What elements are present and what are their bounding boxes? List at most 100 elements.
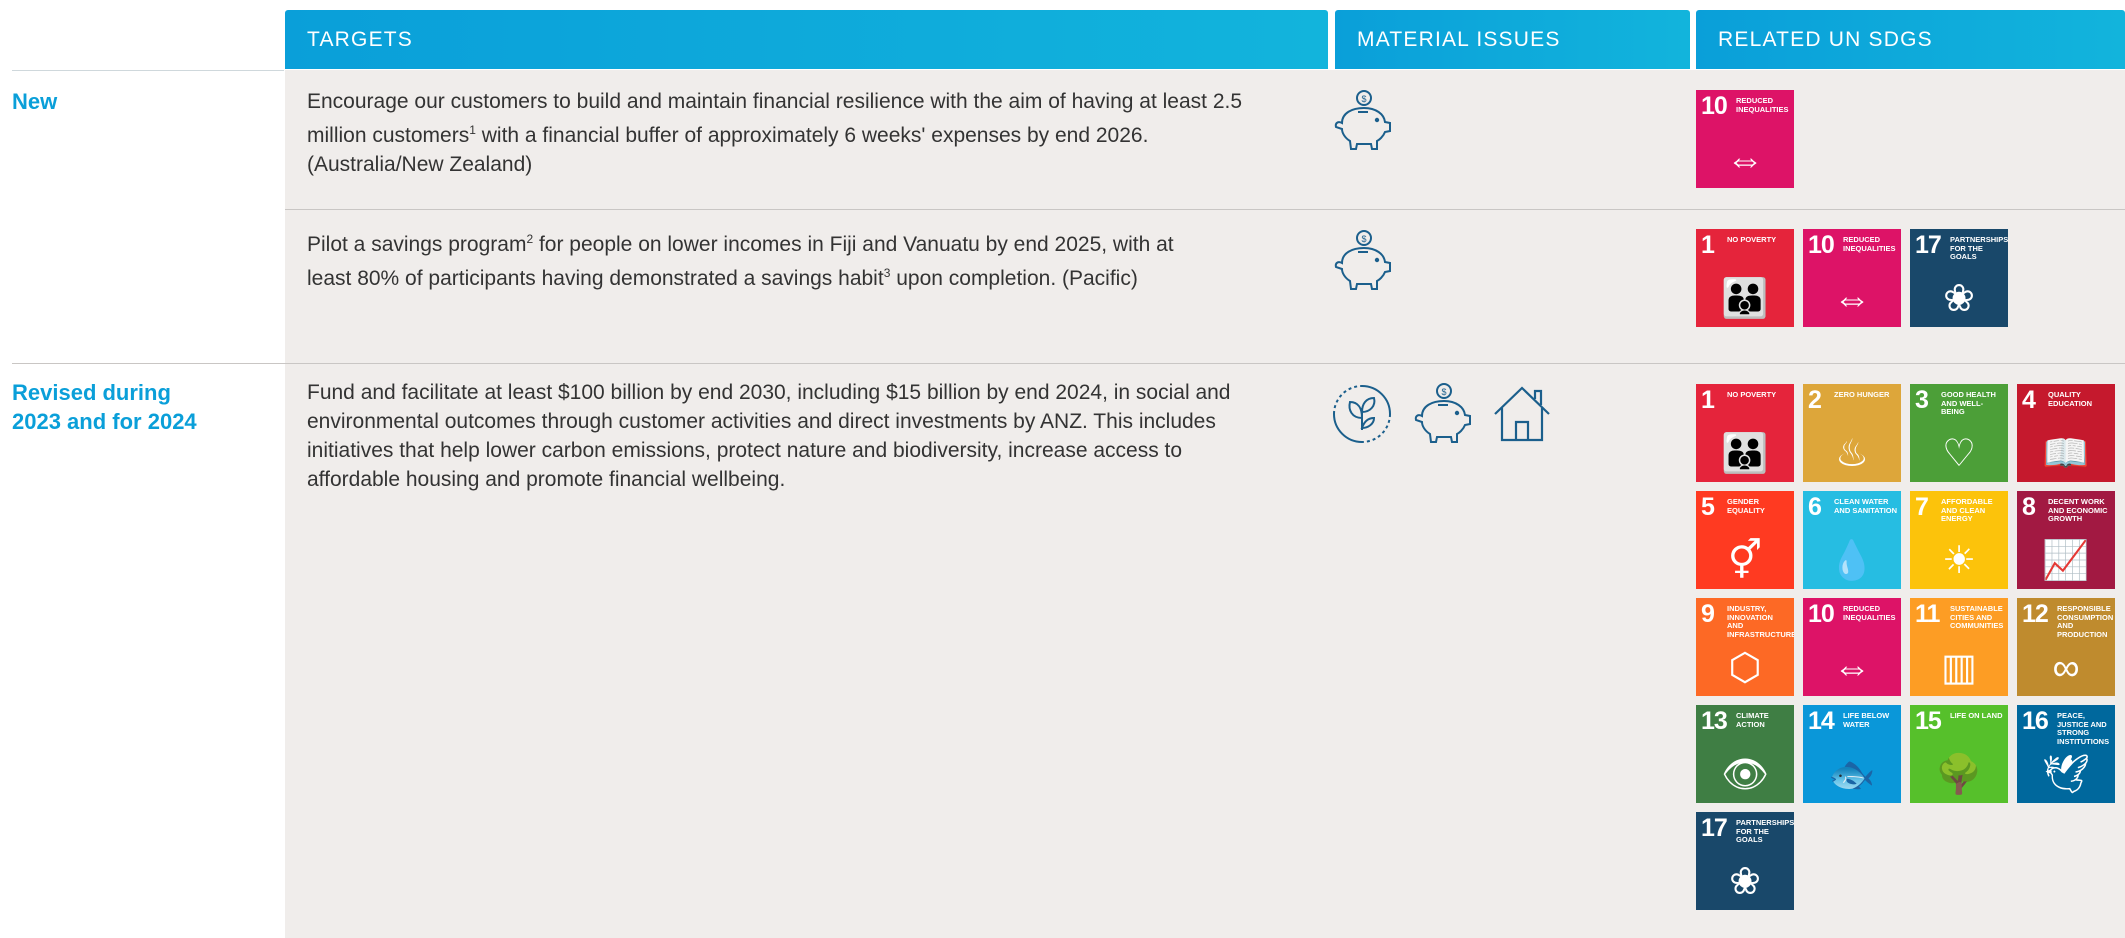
sdg-icon: ⇔ (1833, 647, 1871, 689)
leaf-cycle-icon (1330, 382, 1394, 446)
sdg-number: 17 (1915, 231, 1942, 259)
sdg-number: 7 (1915, 493, 1929, 521)
sdg-tile-8: 8 Decent work and economic growth 📈 (2017, 491, 2115, 589)
sdg-icon: 💧 (1828, 540, 1876, 582)
header-label: MATERIAL ISSUES (1357, 27, 1561, 51)
sdg-icon: ⇔ (1726, 139, 1764, 181)
column-header-related-sdgs: RELATED UN SDGS (1696, 10, 2125, 69)
piggy-bank-icon: $ (1330, 229, 1394, 293)
sdg-tile-17: 17 Partnerships for the goals ❀ (1910, 229, 2008, 327)
row-label-revised: Revised during 2023 and for 2024 (12, 380, 197, 434)
sdg-number: 10 (1808, 600, 1835, 628)
sdg-tile-7: 7 Affordable and clean energy ☀ (1910, 491, 2008, 589)
sdg-number: 16 (2022, 707, 2049, 735)
sdg-title: Clean water and sanitation (1834, 497, 1898, 515)
sdg-number: 14 (1808, 707, 1835, 735)
sdg-tile-5: 5 Gender equality ⚥ (1696, 491, 1794, 589)
sdg-title: Good health and well-being (1941, 390, 1996, 416)
column-header-material-issues: MATERIAL ISSUES (1335, 10, 1690, 69)
sdg-icon: ☀ (1941, 540, 1977, 582)
sdg-icon: 📈 (2042, 540, 2090, 582)
sdg-icon: ∞ (2052, 647, 2080, 689)
sdg-tile-4: 4 Quality education 📖 (2017, 384, 2115, 482)
sdg-icon: ♨ (1834, 433, 1870, 475)
sdg-number: 9 (1701, 600, 1715, 628)
sdg-title: Climate action (1736, 711, 1769, 729)
sdg-title: Life on land (1950, 711, 2003, 720)
sdg-number: 17 (1701, 814, 1728, 842)
header-label: RELATED UN SDGS (1718, 27, 1933, 51)
sdg-icon: 👪 (1721, 278, 1769, 320)
sdg-title: Quality education (2048, 390, 2093, 408)
sdg-tile-11: 11 Sustainable cities and communities ▥ (1910, 598, 2008, 696)
sdg-title: Reduced inequalities (1843, 604, 1896, 622)
sdg-title: Reduced inequalities (1843, 235, 1896, 253)
sdg-title: Zero hunger (1834, 390, 1890, 399)
sdg-tile-13: 13 Climate action 👁 (1696, 705, 1794, 803)
sdg-tile-15: 15 Life on land 🌳 (1910, 705, 2008, 803)
sdg-number: 3 (1915, 386, 1929, 414)
sdg-icon: ⇔ (1833, 278, 1871, 320)
sdg-number: 1 (1701, 231, 1715, 259)
sdg-title: Partnerships for the goals (1736, 818, 1794, 844)
sdg-tile-17: 17 Partnerships for the goals ❀ (1696, 812, 1794, 910)
sdg-title: Industry, innovation and infrastructure (1727, 604, 1794, 639)
sdg-icon: ⬡ (1728, 647, 1762, 689)
sdg-icon: 🌳 (1935, 754, 1983, 796)
header-label: TARGETS (307, 27, 414, 51)
sdg-number: 13 (1701, 707, 1728, 735)
sdg-title: Responsible consumption and production (2057, 604, 2114, 639)
sdg-icon: ⚥ (1727, 540, 1763, 582)
sdg-icon: 📖 (2042, 433, 2090, 475)
piggy-bank-icon: $ (1410, 382, 1474, 446)
sdg-number: 12 (2022, 600, 2049, 628)
svg-text:$: $ (1361, 94, 1366, 104)
target-text-3: Fund and facilitate at least $100 billio… (307, 381, 1231, 491)
sdg-title: Affordable and clean energy (1941, 497, 1993, 523)
sdg-icon: ❀ (1943, 278, 1975, 320)
sdg-tile-6: 6 Clean water and sanitation 💧 (1803, 491, 1901, 589)
sdg-icon: ❀ (1729, 861, 1761, 903)
row-label-new: New (12, 89, 58, 114)
sdg-number: 15 (1915, 707, 1942, 735)
sdg-number: 6 (1808, 493, 1822, 521)
sdg-tile-9: 9 Industry, innovation and infrastructure… (1696, 598, 1794, 696)
sdg-title: No poverty (1727, 235, 1777, 244)
sdg-number: 8 (2022, 493, 2036, 521)
sdg-number: 2 (1808, 386, 1822, 414)
sdg-tile-10: 10 Reduced inequalities ⇔ (1803, 598, 1901, 696)
row-divider (12, 363, 2125, 364)
sdg-number: 11 (1915, 600, 1940, 628)
sdg-tile-1: 1 No poverty 👪 (1696, 384, 1794, 482)
piggy-bank-icon: $ (1330, 89, 1394, 153)
sdg-number: 10 (1701, 92, 1728, 120)
sdg-number: 4 (2022, 386, 2036, 414)
sdg-title: No poverty (1727, 390, 1777, 399)
sdg-title: Peace, justice and strong institutions (2057, 711, 2110, 746)
row-divider (285, 209, 2125, 210)
sdg-icon: 👁 (1720, 754, 1770, 796)
sdg-tile-10: 10 Reduced inequalities ⇔ (1803, 229, 1901, 327)
sdg-title: Gender equality (1727, 497, 1765, 515)
target-text-1: Encourage our customers to build and mai… (307, 90, 1243, 176)
svg-text:$: $ (1441, 387, 1446, 397)
sdg-icon: 🕊 (2041, 754, 2091, 796)
sdg-title: Reduced inequalities (1736, 96, 1789, 114)
column-header-targets: TARGETS (285, 10, 1328, 69)
header-divider (12, 70, 284, 71)
sdg-tile-10: 10 Reduced inequalities ⇔ (1696, 90, 1794, 188)
sdg-title: Life below water (1843, 711, 1890, 729)
sdg-tile-16: 16 Peace, justice and strong institutions… (2017, 705, 2115, 803)
sdg-number: 10 (1808, 231, 1835, 259)
sdg-tile-12: 12 Responsible consumption and production… (2017, 598, 2115, 696)
sdg-icon: ▥ (1941, 647, 1977, 689)
sdg-title: Sustainable cities and communities (1950, 604, 2004, 630)
sdg-tile-1: 1 No poverty 👪 (1696, 229, 1794, 327)
svg-text:$: $ (1361, 234, 1366, 244)
sdg-icon: 🐟 (1828, 754, 1876, 796)
house-icon (1490, 382, 1554, 446)
sdg-tile-2: 2 Zero hunger ♨ (1803, 384, 1901, 482)
sdg-tile-14: 14 Life below water 🐟 (1803, 705, 1901, 803)
sdg-number: 1 (1701, 386, 1715, 414)
target-text-2: Pilot a savings program2 for people on l… (307, 232, 1174, 290)
